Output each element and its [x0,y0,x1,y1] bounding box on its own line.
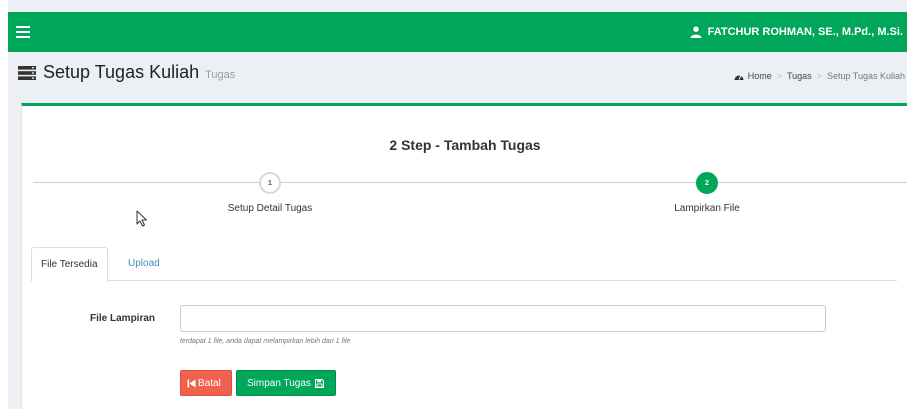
top-navbar: FATCHUR ROHMAN, SE., M.Pd., M.Si. [8,12,907,52]
file-lampiran-input[interactable] [180,305,826,332]
step-back-icon [187,379,196,387]
save-icon [314,378,324,388]
step-1-label: Setup Detail Tugas [227,203,313,214]
breadcrumb-separator: > [776,71,782,81]
file-lampiran-label: File Lampiran [90,313,156,324]
tab-upload[interactable]: Upload [119,247,169,281]
left-edge-strip [0,0,8,409]
file-tabs: File Tersedia Upload [31,247,897,282]
wizard-card: 2 Step - Tambah Tugas 1 2 Setup Detail T… [21,103,907,409]
page-title: Setup Tugas Kuliah Tugas [18,62,235,83]
dashboard-icon [734,74,744,80]
page-subtitle: Tugas [205,69,236,81]
breadcrumb: Home > Tugas > Setup Tugas Kuliah [734,71,905,81]
breadcrumb-separator: > [816,71,822,81]
cancel-button-label: Batal [198,377,221,389]
user-icon [690,26,702,38]
step-2-circle[interactable]: 2 [696,172,718,194]
menu-icon[interactable] [14,23,34,41]
user-name: FATCHUR ROHMAN, SE., M.Pd., M.Si. [707,26,903,38]
server-icon [18,65,36,80]
save-task-button[interactable]: Simpan Tugas [236,370,336,396]
cursor-icon [136,210,147,227]
save-button-label: Simpan Tugas [247,377,311,389]
wizard-title: 2 Step - Tambah Tugas [389,137,541,153]
user-menu[interactable]: FATCHUR ROHMAN, SE., M.Pd., M.Si. [690,12,903,52]
step-1-circle[interactable]: 1 [259,172,281,194]
step-2-label: Lampirkan File [674,203,740,214]
breadcrumb-current: Setup Tugas Kuliah [826,71,905,81]
page-title-text: Setup Tugas Kuliah [43,62,200,82]
content-header: Setup Tugas Kuliah Tugas Home > Tugas > … [8,52,907,94]
breadcrumb-tugas[interactable]: Tugas [787,71,812,81]
tab-file-tersedia[interactable]: File Tersedia [31,247,108,282]
breadcrumb-home[interactable]: Home [748,71,772,81]
step-progress-line [33,182,907,183]
cancel-button[interactable]: Batal [180,370,232,396]
file-help-text: terdapat 1 file, anda dapat melampirkan … [180,338,351,345]
